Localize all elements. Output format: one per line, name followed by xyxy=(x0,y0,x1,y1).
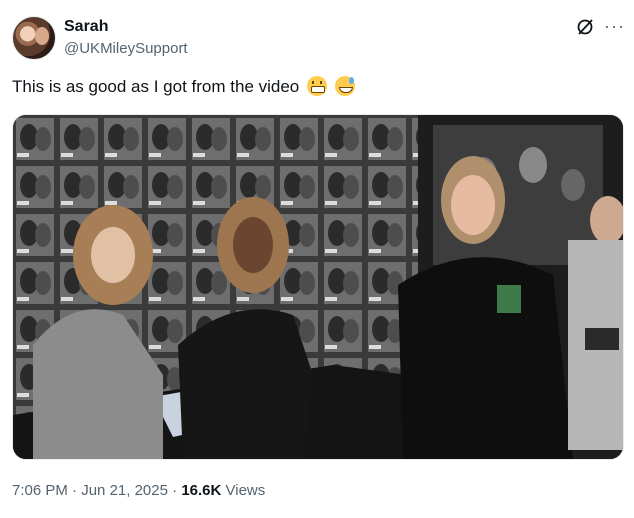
views-label: Views xyxy=(225,482,266,499)
more-icon[interactable]: ··· xyxy=(604,16,625,37)
meta-separator: · xyxy=(72,482,78,499)
meta-separator: · xyxy=(172,482,178,499)
grinning-face-with-sweat-emoji xyxy=(334,76,355,96)
tweet-meta: 7:06 PM · Jun 21, 2025 · 16.6K Views xyxy=(12,482,265,499)
tweet-header: Sarah @UKMileySupport ··· xyxy=(12,16,625,60)
tweet-time[interactable]: 7:06 PM xyxy=(12,482,68,499)
views-count: 16.6K xyxy=(181,482,222,499)
grimacing-face-emoji xyxy=(307,76,327,96)
author-name[interactable]: Sarah xyxy=(64,18,108,36)
author-handle[interactable]: @UKMileySupport xyxy=(64,40,188,57)
avatar[interactable] xyxy=(12,16,56,60)
tweet-date[interactable]: Jun 21, 2025 xyxy=(81,482,168,499)
photo-scene xyxy=(13,115,623,459)
tweet-photo[interactable] xyxy=(12,114,624,460)
tweet-text: This is as good as I got from the video xyxy=(12,76,355,98)
tweet-body: This is as good as I got from the video xyxy=(12,77,300,96)
grok-icon[interactable] xyxy=(576,18,594,36)
